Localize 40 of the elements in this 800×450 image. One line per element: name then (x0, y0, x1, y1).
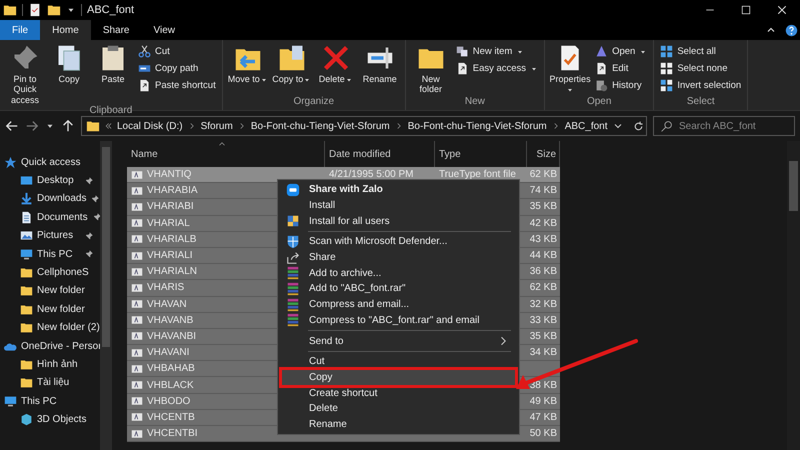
size-cell: 42 KB (530, 218, 557, 229)
size-cell: 35 KB (530, 201, 557, 212)
group-label: Clipboard (88, 105, 134, 118)
file-name: VHAVANI (147, 347, 190, 358)
group-label: New (464, 96, 486, 109)
file-name: VHARIABI (147, 201, 194, 212)
file-name: VHARIALI (147, 250, 193, 262)
group-label: Organize (292, 96, 336, 109)
file-name: VHAVAN (147, 298, 187, 310)
size-cell: 47 KB (530, 412, 557, 423)
file-name: VHARIAL (147, 218, 190, 229)
size-cell: 36 KB (530, 266, 557, 278)
file-name: VHARIALB (147, 234, 196, 245)
file-name: VHCENTB (147, 412, 195, 423)
size-cell: 33 KB (530, 314, 557, 326)
size-cell: 50 KB (530, 428, 557, 440)
window-title: ABC_font (87, 4, 134, 16)
file-name: VHARABIA (147, 185, 198, 196)
size-cell: 44 KB (530, 250, 557, 262)
file-name: VHAVANB (147, 314, 194, 326)
size-cell: 32 KB (530, 298, 557, 310)
group-label: Open (586, 96, 612, 109)
group-label: Select (686, 96, 716, 109)
size-cell: 62 KB (530, 282, 557, 294)
file-name: VHBLACK (147, 380, 194, 391)
size-cell: 74 KB (530, 185, 557, 196)
type-cell: TrueType font file (439, 169, 516, 180)
size-cell: 49 KB (530, 396, 557, 407)
size-cell: 62 KB (530, 169, 557, 180)
size-cell: 34 KB (530, 347, 557, 358)
size-cell: 43 KB (530, 234, 557, 245)
file-name: VHARIS (147, 282, 184, 294)
date-cell: 4/21/1995 5:00 PM (329, 169, 414, 180)
file-name: VHCENTBI (147, 428, 198, 440)
file-name: VHBAHAB (147, 363, 195, 374)
file-name: VHBODO (147, 396, 190, 407)
file-name: VHARIALN (147, 266, 198, 278)
file-name: VHANTIQ (147, 169, 192, 180)
size-cell: 35 KB (530, 330, 557, 342)
file-name: VHAVANBI (147, 330, 196, 342)
